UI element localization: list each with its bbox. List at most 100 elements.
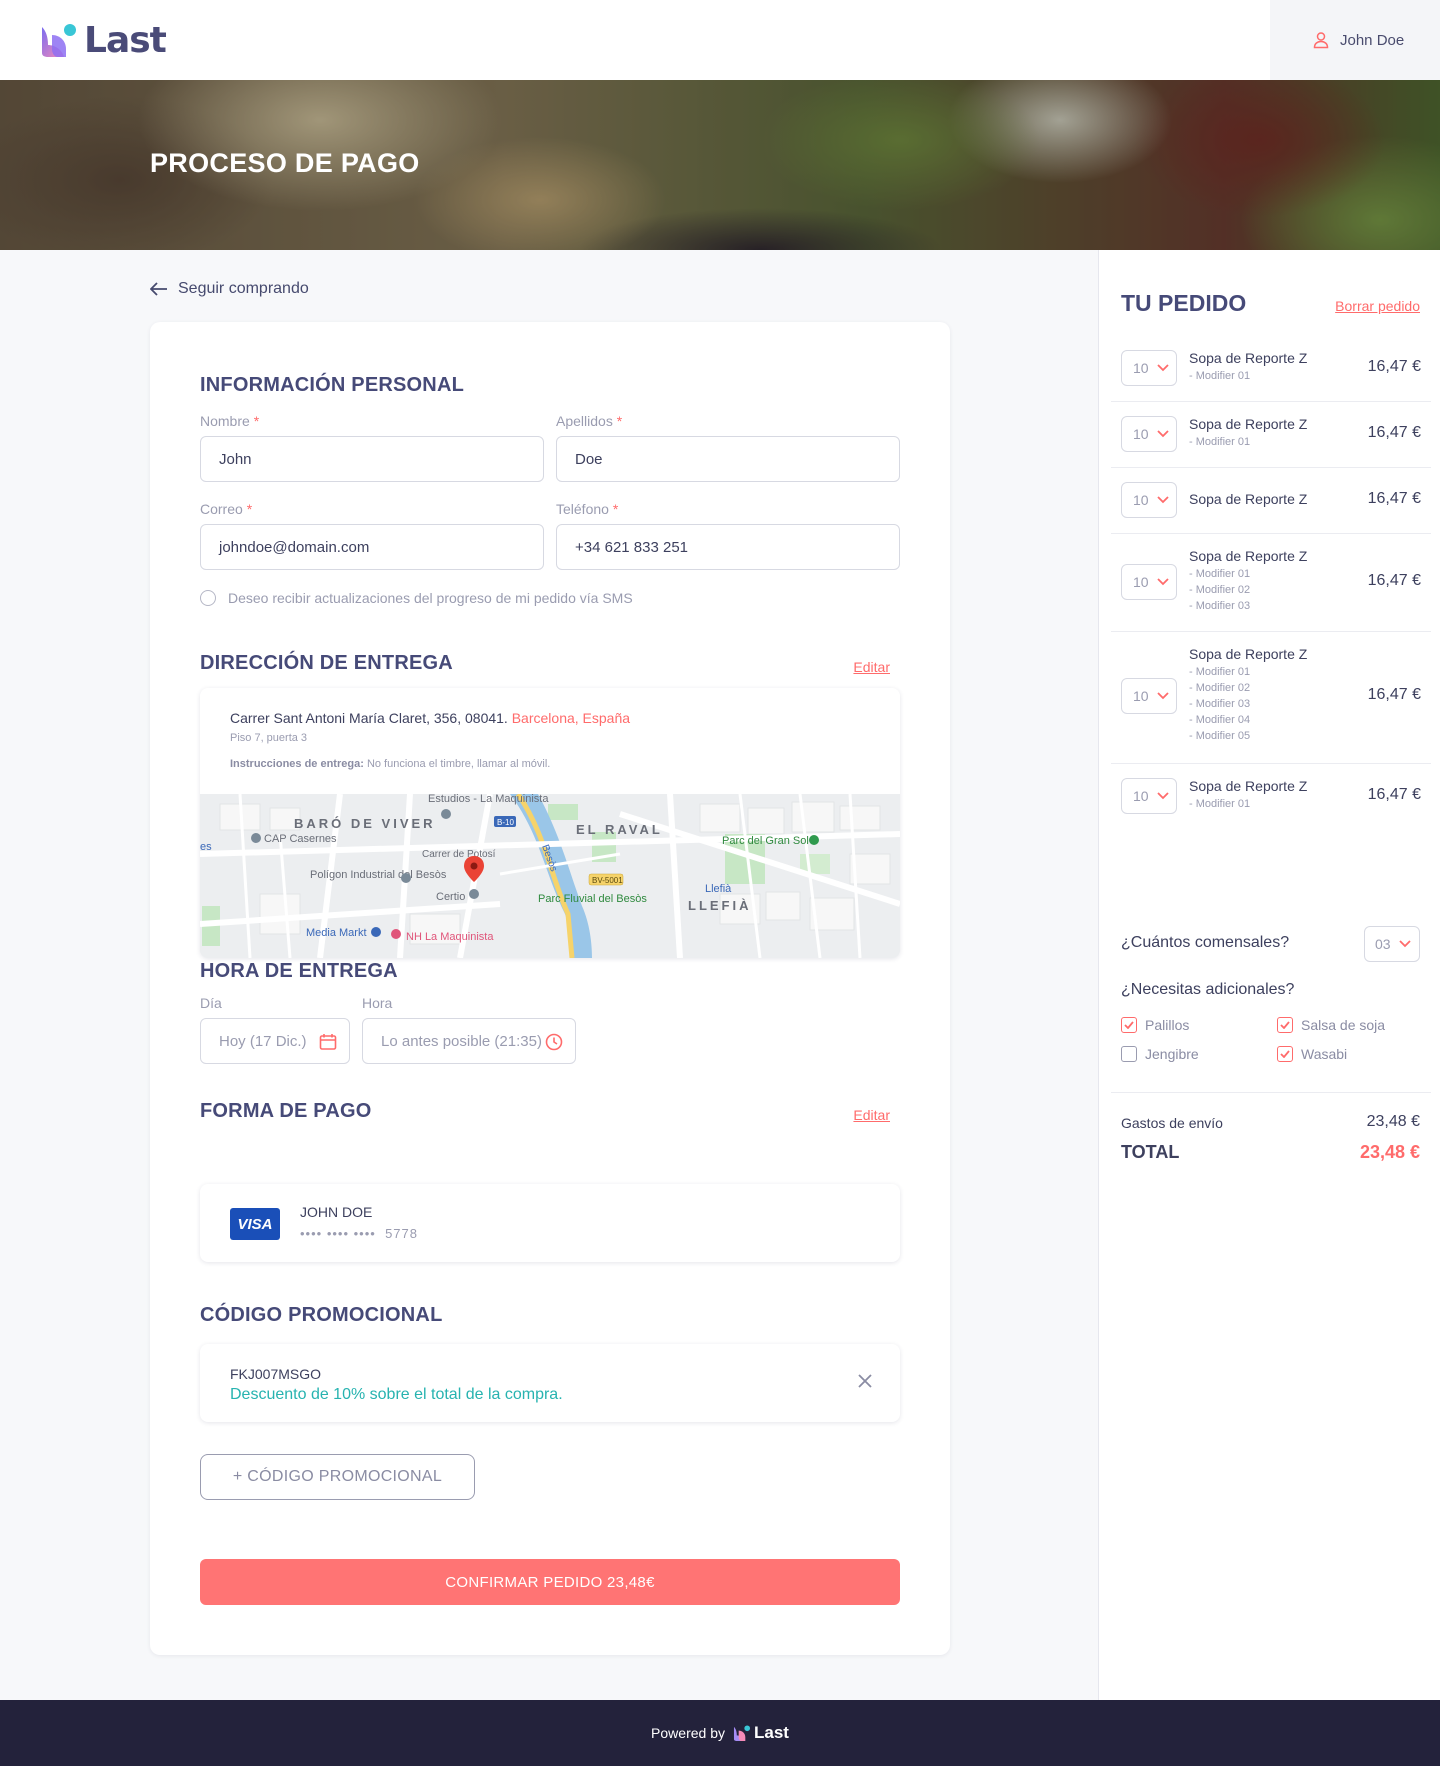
- item-price: 16,47 €: [1367, 424, 1421, 441]
- quantity-select[interactable]: 10: [1121, 350, 1177, 386]
- quantity-select[interactable]: 10: [1121, 778, 1177, 814]
- brand-logo-icon: [733, 1724, 751, 1741]
- chevron-down-icon: [1156, 792, 1169, 800]
- calendar-icon: [319, 1034, 337, 1050]
- sms-radio[interactable]: [200, 590, 216, 606]
- order-item: 10 Sopa de Reporte Z - Modifier 01 16,47…: [1111, 402, 1431, 468]
- map-label-parc-fluvial: Parc Fluvial del Besòs: [538, 893, 647, 905]
- item-modifiers: - Modifier 01: [1189, 436, 1251, 448]
- page-title: PROCESO DE PAGO: [150, 148, 420, 178]
- chevron-down-icon: [1156, 364, 1169, 372]
- item-modifiers: - Modifier 01 - Modifier 02 - Modifier 0…: [1189, 666, 1251, 742]
- map-label-b10: B-10: [497, 818, 514, 827]
- quantity-select[interactable]: 10: [1121, 564, 1177, 600]
- first-name-field[interactable]: John: [200, 436, 544, 482]
- email-field[interactable]: johndoe@domain.com: [200, 524, 544, 570]
- brand-logo[interactable]: Last: [40, 20, 167, 61]
- footer: Powered by Last: [0, 1700, 1440, 1766]
- visa-logo-icon: VISA: [230, 1208, 280, 1240]
- map-poi-marker: [809, 835, 819, 845]
- email-label: Correo *: [200, 501, 253, 517]
- day-label: Día: [200, 995, 222, 1011]
- map-label-llefia: LLEFIÀ: [688, 898, 752, 913]
- sms-updates-option[interactable]: Deseo recibir actualizaciones del progre…: [200, 590, 633, 606]
- day-picker[interactable]: Hoy (17 Dic.): [200, 1018, 350, 1064]
- map-label-media: Media Markt: [306, 927, 367, 939]
- item-price: 16,47 €: [1367, 686, 1421, 703]
- remove-promo-close-icon[interactable]: [856, 1372, 874, 1390]
- continue-shopping-link[interactable]: Seguir comprando: [150, 280, 309, 298]
- brand-logo-icon: [42, 23, 76, 57]
- map-label-bv: BV-5001: [592, 876, 623, 885]
- map-label-les: es: [200, 841, 212, 853]
- map-poi-marker: [441, 809, 451, 819]
- add-promo-code-button[interactable]: + CÓDIGO PROMOCIONAL: [200, 1454, 475, 1500]
- extra-option-salsa-soja[interactable]: Salsa de soja: [1277, 1017, 1385, 1033]
- checkbox-checked-icon[interactable]: [1121, 1017, 1137, 1033]
- last-name-field[interactable]: Doe: [556, 436, 900, 482]
- quantity-select[interactable]: 10: [1121, 482, 1177, 518]
- divider: [1111, 1092, 1431, 1093]
- user-menu[interactable]: John Doe: [1270, 0, 1440, 80]
- edit-payment-link[interactable]: Editar: [853, 1107, 890, 1123]
- order-summary-panel: TU PEDIDO Borrar pedido 10 Sopa de Repor…: [1098, 250, 1440, 1700]
- sms-option-label: Deseo recibir actualizaciones del progre…: [228, 590, 633, 606]
- payment-card[interactable]: VISA JOHN DOE •••• •••• •••• 5778: [200, 1184, 900, 1262]
- promo-description: Descuento de 10% sobre el total de la co…: [230, 1386, 563, 1403]
- map-label-cap: CAP Casernes: [264, 833, 337, 845]
- diners-select[interactable]: 03: [1364, 926, 1420, 962]
- quantity-select[interactable]: 10: [1121, 678, 1177, 714]
- last-name-label: Apellidos *: [556, 413, 623, 429]
- extra-option-palillos[interactable]: Palillos: [1121, 1017, 1189, 1033]
- edit-address-link[interactable]: Editar: [853, 659, 890, 675]
- address-card: Carrer Sant Antoni María Claret, 356, 08…: [200, 688, 900, 958]
- extras-question: ¿Necesitas adicionales?: [1121, 981, 1295, 998]
- total-label: TOTAL: [1121, 1142, 1180, 1162]
- map-label-baro: BARÓ DE VIVER: [294, 816, 436, 831]
- checkbox-unchecked-icon[interactable]: [1121, 1046, 1137, 1062]
- map-label-potosi: Carrer de Potosí: [422, 849, 496, 860]
- day-value: Hoy (17 Dic.): [219, 1032, 307, 1050]
- clear-order-link[interactable]: Borrar pedido: [1335, 298, 1420, 314]
- map-label-studios: Estudios - La Maquinista: [428, 794, 549, 805]
- hour-picker[interactable]: Lo antes posible (21:35): [362, 1018, 576, 1064]
- chevron-down-icon: [1398, 940, 1411, 948]
- chevron-down-icon: [1156, 496, 1169, 504]
- item-price: 16,47 €: [1367, 786, 1421, 803]
- total-value: 23,48 €: [1359, 1142, 1420, 1162]
- confirm-order-button[interactable]: CONFIRMAR PEDIDO 23,48€: [200, 1559, 900, 1605]
- map-poi-marker: [371, 927, 381, 937]
- delivery-instructions: Instrucciones de entrega: No funciona el…: [230, 758, 551, 770]
- item-name: Sopa de Reporte Z: [1189, 646, 1308, 662]
- checkbox-checked-icon[interactable]: [1277, 1046, 1293, 1062]
- item-name: Sopa de Reporte Z: [1189, 416, 1308, 432]
- item-price: 16,47 €: [1367, 572, 1421, 589]
- delivery-address-title: DIRECCIÓN DE ENTREGA: [200, 652, 453, 674]
- top-bar: Last John Doe: [0, 0, 1440, 80]
- chevron-down-icon: [1156, 692, 1169, 700]
- applied-promo-card: FKJ007MSGO Descuento de 10% sobre el tot…: [200, 1344, 900, 1422]
- brand-name: Last: [84, 20, 167, 61]
- extra-option-jengibre[interactable]: Jengibre: [1121, 1046, 1199, 1062]
- item-modifiers: - Modifier 01: [1189, 798, 1251, 810]
- map-poi-marker: [469, 889, 479, 899]
- shipping-label: Gastos de envío: [1121, 1115, 1223, 1131]
- checkout-card: INFORMACIÓN PERSONAL Nombre * John Apell…: [150, 322, 950, 1655]
- item-name: Sopa de Reporte Z: [1189, 548, 1308, 564]
- chevron-down-icon: [1156, 430, 1169, 438]
- order-item: 10 Sopa de Reporte Z - Modifier 01 16,47…: [1111, 764, 1431, 830]
- extra-option-wasabi[interactable]: Wasabi: [1277, 1046, 1347, 1062]
- item-name: Sopa de Reporte Z: [1189, 350, 1308, 366]
- first-name-label: Nombre *: [200, 413, 260, 429]
- footer-logo[interactable]: Last: [733, 1723, 789, 1743]
- delivery-map[interactable]: Estudios - La Maquinista CAP Casernes Ca…: [200, 794, 900, 958]
- map-label-parc-sol: Parc del Gran Sol: [722, 835, 809, 847]
- checkbox-checked-icon[interactable]: [1277, 1017, 1293, 1033]
- quantity-select[interactable]: 10: [1121, 416, 1177, 452]
- phone-field[interactable]: +34 621 833 251: [556, 524, 900, 570]
- item-name: Sopa de Reporte Z: [1189, 778, 1308, 794]
- address-floor: Piso 7, puerta 3: [230, 732, 308, 744]
- user-name: John Doe: [1340, 31, 1405, 49]
- diners-question: ¿Cuántos comensales?: [1121, 934, 1290, 951]
- map-poi-marker: [251, 833, 261, 843]
